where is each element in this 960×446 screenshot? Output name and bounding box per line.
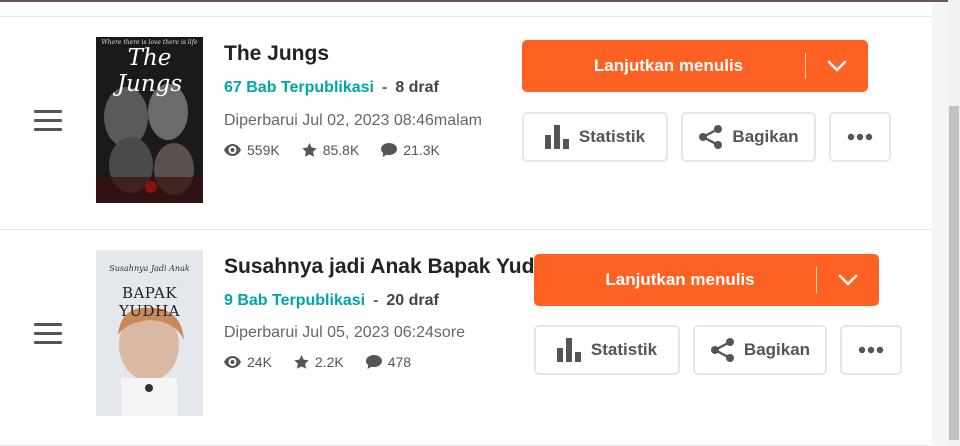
more-icon: [858, 346, 884, 354]
parts-separator: -: [373, 292, 379, 309]
more-options-button[interactable]: [829, 112, 891, 162]
comments-stat: 21.3K: [381, 142, 440, 158]
story-title[interactable]: The Jungs: [224, 42, 329, 66]
story-row: Where there is love there is life The Ju…: [0, 16, 932, 230]
story-parts: 9 Bab Terpublikasi -20 draf: [224, 292, 439, 310]
votes-count: 2.2K: [314, 354, 344, 370]
share-button[interactable]: Bagikan: [681, 112, 816, 162]
story-stats: 24K 2.2K 478: [224, 354, 433, 370]
share-icon: [699, 125, 723, 149]
comment-icon: [365, 355, 382, 369]
eye-icon: [224, 144, 241, 156]
votes-count: 85.8K: [322, 142, 360, 158]
parts-separator: -: [381, 79, 388, 96]
views-stat: 559K: [224, 142, 280, 158]
published-count[interactable]: 9 Bab Terpublikasi: [224, 292, 365, 309]
cover-title: The Jungs: [116, 45, 183, 97]
cover-title: BAPAK YUDHA: [119, 284, 180, 320]
story-cover[interactable]: Where there is love there is life The Ju…: [96, 37, 203, 203]
continue-writing-label: Lanjutkan menulis: [605, 270, 755, 289]
story-cover[interactable]: Susahnya Jadi Anak BAPAK YUDHA: [96, 250, 203, 416]
stats-button[interactable]: Statistik: [522, 112, 668, 162]
share-label: Bagikan: [743, 340, 811, 359]
eye-icon: [224, 356, 241, 368]
share-label: Bagikan: [732, 127, 799, 146]
star-icon: [302, 143, 317, 157]
continue-writing-button[interactable]: Lanjutkan menulis: [534, 254, 879, 306]
share-icon: [710, 338, 734, 362]
story-parts: 67 Bab Terpublikasi -8 draf: [224, 79, 439, 97]
stats-button[interactable]: Statistik: [534, 325, 680, 375]
views-stat: 24K: [224, 354, 272, 370]
story-stats: 559K 85.8K 21.3K: [224, 142, 462, 158]
comments-stat: 478: [365, 354, 412, 370]
updated-date: Diperbarui Jul 02, 2023 08:46malam: [224, 112, 482, 129]
comments-count: 478: [387, 354, 412, 370]
views-count: 24K: [247, 354, 272, 370]
bar-chart-icon: [556, 338, 581, 362]
continue-writing-button[interactable]: Lanjutkan menulis: [522, 40, 868, 92]
star-icon: [294, 355, 309, 369]
bar-chart-icon: [544, 125, 569, 149]
comment-icon: [381, 143, 398, 157]
share-button[interactable]: Bagikan: [693, 325, 827, 375]
votes-stat: 2.2K: [294, 354, 344, 370]
stats-label: Statistik: [590, 340, 658, 359]
votes-stat: 85.8K: [302, 142, 360, 158]
stats-label: Statistik: [578, 127, 646, 146]
published-count[interactable]: 67 Bab Terpublikasi: [224, 79, 374, 96]
more-icon: [847, 133, 873, 141]
right-gutter: [932, 2, 948, 446]
drag-handle-icon[interactable]: [34, 110, 62, 132]
cover-subtitle: Susahnya Jadi Anak: [109, 264, 190, 273]
views-count: 559K: [247, 142, 280, 158]
scrollbar-thumb[interactable]: [949, 106, 959, 440]
continue-writing-label: Lanjutkan menulis: [593, 56, 744, 75]
drag-handle-icon[interactable]: [34, 323, 62, 345]
more-options-button[interactable]: [840, 325, 902, 375]
draft-count: 8 draf: [395, 79, 439, 96]
story-title[interactable]: Susahnya jadi Anak Bapak Yudha: [224, 255, 539, 279]
draft-count: 20 draf: [386, 292, 439, 309]
chevron-down-icon[interactable]: [817, 274, 879, 286]
story-row: Susahnya Jadi Anak BAPAK YUDHA Susahnya …: [0, 229, 932, 446]
chevron-down-icon[interactable]: [806, 60, 868, 72]
updated-date: Diperbarui Jul 05, 2023 06:24sore: [224, 324, 466, 341]
comments-count: 21.3K: [403, 142, 440, 158]
